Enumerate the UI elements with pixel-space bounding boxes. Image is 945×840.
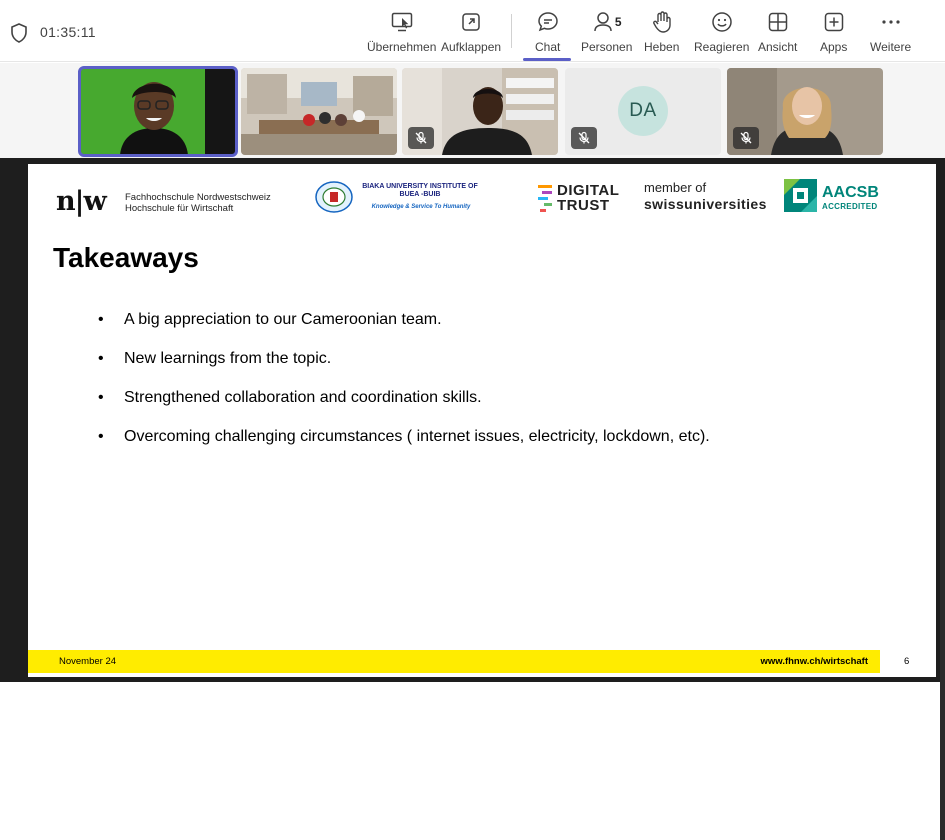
chat-icon xyxy=(537,12,558,32)
digital-trust-line-1: DIGITAL xyxy=(557,182,620,199)
bullet-item: Strengthened collaboration and coordinat… xyxy=(98,388,710,427)
take-control-label: Übernehmen xyxy=(367,40,437,54)
shield-icon xyxy=(11,23,27,43)
chat-label: Chat xyxy=(535,40,561,54)
swissuniversities-logo: member of swissuniversities xyxy=(644,180,767,212)
participant-tile[interactable] xyxy=(241,68,397,155)
bullet-item: New learnings from the topic. xyxy=(98,349,710,388)
view-button[interactable]: Ansicht xyxy=(758,8,797,58)
slide-footer-url: www.fhnw.ch/wirtschaft xyxy=(760,656,869,667)
bullet-item: A big appreciation to our Cameroonian te… xyxy=(98,310,710,349)
raise-hand-label: Heben xyxy=(644,40,680,54)
meeting-timer: 01:35:11 xyxy=(40,24,96,40)
slide-page-number: 6 xyxy=(904,656,910,667)
popout-button[interactable]: Aufklappen xyxy=(441,8,501,58)
presentation-slide: n|w Fachhochschule Nordwestschweiz Hochs… xyxy=(28,164,936,677)
people-icon xyxy=(594,12,612,32)
aacsb-accredited-text: ACCREDITED xyxy=(822,202,878,211)
fhnw-name: Fachhochschule Nordwestschweiz Hochschul… xyxy=(125,192,271,214)
biaka-line-2: BUEA -BUIB xyxy=(399,191,441,198)
aacsb-text: AACSB xyxy=(822,184,879,201)
react-button[interactable]: Reagieren xyxy=(694,8,749,58)
mic-off-icon xyxy=(571,127,597,149)
bullet-item: Overcoming challenging circumstances ( i… xyxy=(98,427,710,466)
avatar: DA xyxy=(618,86,668,136)
slide-footer-bar: November 24 www.fhnw.ch/wirtschaft xyxy=(28,650,880,673)
more-button[interactable]: Weitere xyxy=(870,8,911,58)
biaka-tagline: Knowledge & Service To Humanity xyxy=(371,204,471,210)
react-label: Reagieren xyxy=(694,40,750,54)
participant-tile[interactable] xyxy=(78,66,238,157)
smile-icon xyxy=(711,12,732,32)
digital-trust-text: DIGITAL TRUST xyxy=(557,183,619,213)
add-app-icon xyxy=(824,12,843,32)
more-label: Weitere xyxy=(870,40,912,54)
chat-active-indicator xyxy=(523,58,571,61)
mic-off-icon xyxy=(733,127,759,149)
people-button[interactable]: 5 Personen xyxy=(581,8,632,58)
slide-bullet-list: A big appreciation to our Cameroonian te… xyxy=(98,310,710,466)
participant-tile[interactable]: DA xyxy=(565,68,721,155)
slide-footer-date: November 24 xyxy=(59,656,117,667)
shared-content-stage: n|w Fachhochschule Nordwestschweiz Hochs… xyxy=(0,158,945,840)
grid-view-icon xyxy=(768,12,787,32)
fhnw-line-1: Fachhochschule Nordwestschweiz xyxy=(125,192,271,203)
fhnw-logo: n|w xyxy=(56,186,107,217)
take-control-button[interactable]: Übernehmen xyxy=(367,8,436,58)
popout-label: Aufklappen xyxy=(441,40,502,54)
view-label: Ansicht xyxy=(758,40,798,54)
meeting-toolbar: 01:35:11 Übernehmen Aufklappen Chat 5 Pe… xyxy=(0,0,945,62)
participant-strip: DA xyxy=(0,63,945,158)
participant-tile[interactable] xyxy=(727,68,883,155)
share-control-icon xyxy=(391,12,412,32)
popout-icon xyxy=(462,13,480,31)
participant-video xyxy=(241,68,397,155)
stage-scrollbar[interactable] xyxy=(940,320,945,840)
fhnw-line-2: Hochschule für Wirtschaft xyxy=(125,203,234,214)
biaka-crest-icon xyxy=(315,181,353,213)
chat-button[interactable]: Chat xyxy=(535,8,560,58)
swissuniversities-text: swissuniversities xyxy=(644,196,767,212)
aacsb-mark-icon xyxy=(784,179,817,212)
biaka-title: BIAKA UNIVERSITY INSTITUTE OF BUEA -BUIB xyxy=(356,183,484,199)
raise-hand-icon xyxy=(652,11,671,33)
mic-off-icon xyxy=(408,127,434,149)
toolbar-divider xyxy=(511,14,512,48)
slide-logo-row: n|w Fachhochschule Nordwestschweiz Hochs… xyxy=(28,174,936,224)
digital-trust-mark-icon xyxy=(538,185,552,212)
apps-button[interactable]: Apps xyxy=(820,8,847,58)
people-count: 5 xyxy=(614,15,622,29)
more-icon xyxy=(881,20,900,24)
biaka-logo: BIAKA UNIVERSITY INSTITUTE OF BUEA -BUIB… xyxy=(314,180,486,216)
participant-tile[interactable] xyxy=(402,68,558,155)
people-label: Personen xyxy=(581,40,633,54)
raise-hand-button[interactable]: Heben xyxy=(644,8,679,58)
biaka-line-1: BIAKA UNIVERSITY INSTITUTE OF xyxy=(362,183,478,190)
apps-label: Apps xyxy=(820,40,848,54)
digital-trust-line-2: TRUST xyxy=(557,197,610,214)
slide-title: Takeaways xyxy=(53,242,199,273)
participant-video xyxy=(80,68,236,155)
aacsb-logo: AACSB ACCREDITED xyxy=(784,179,879,217)
member-of-text: member of xyxy=(644,180,707,195)
